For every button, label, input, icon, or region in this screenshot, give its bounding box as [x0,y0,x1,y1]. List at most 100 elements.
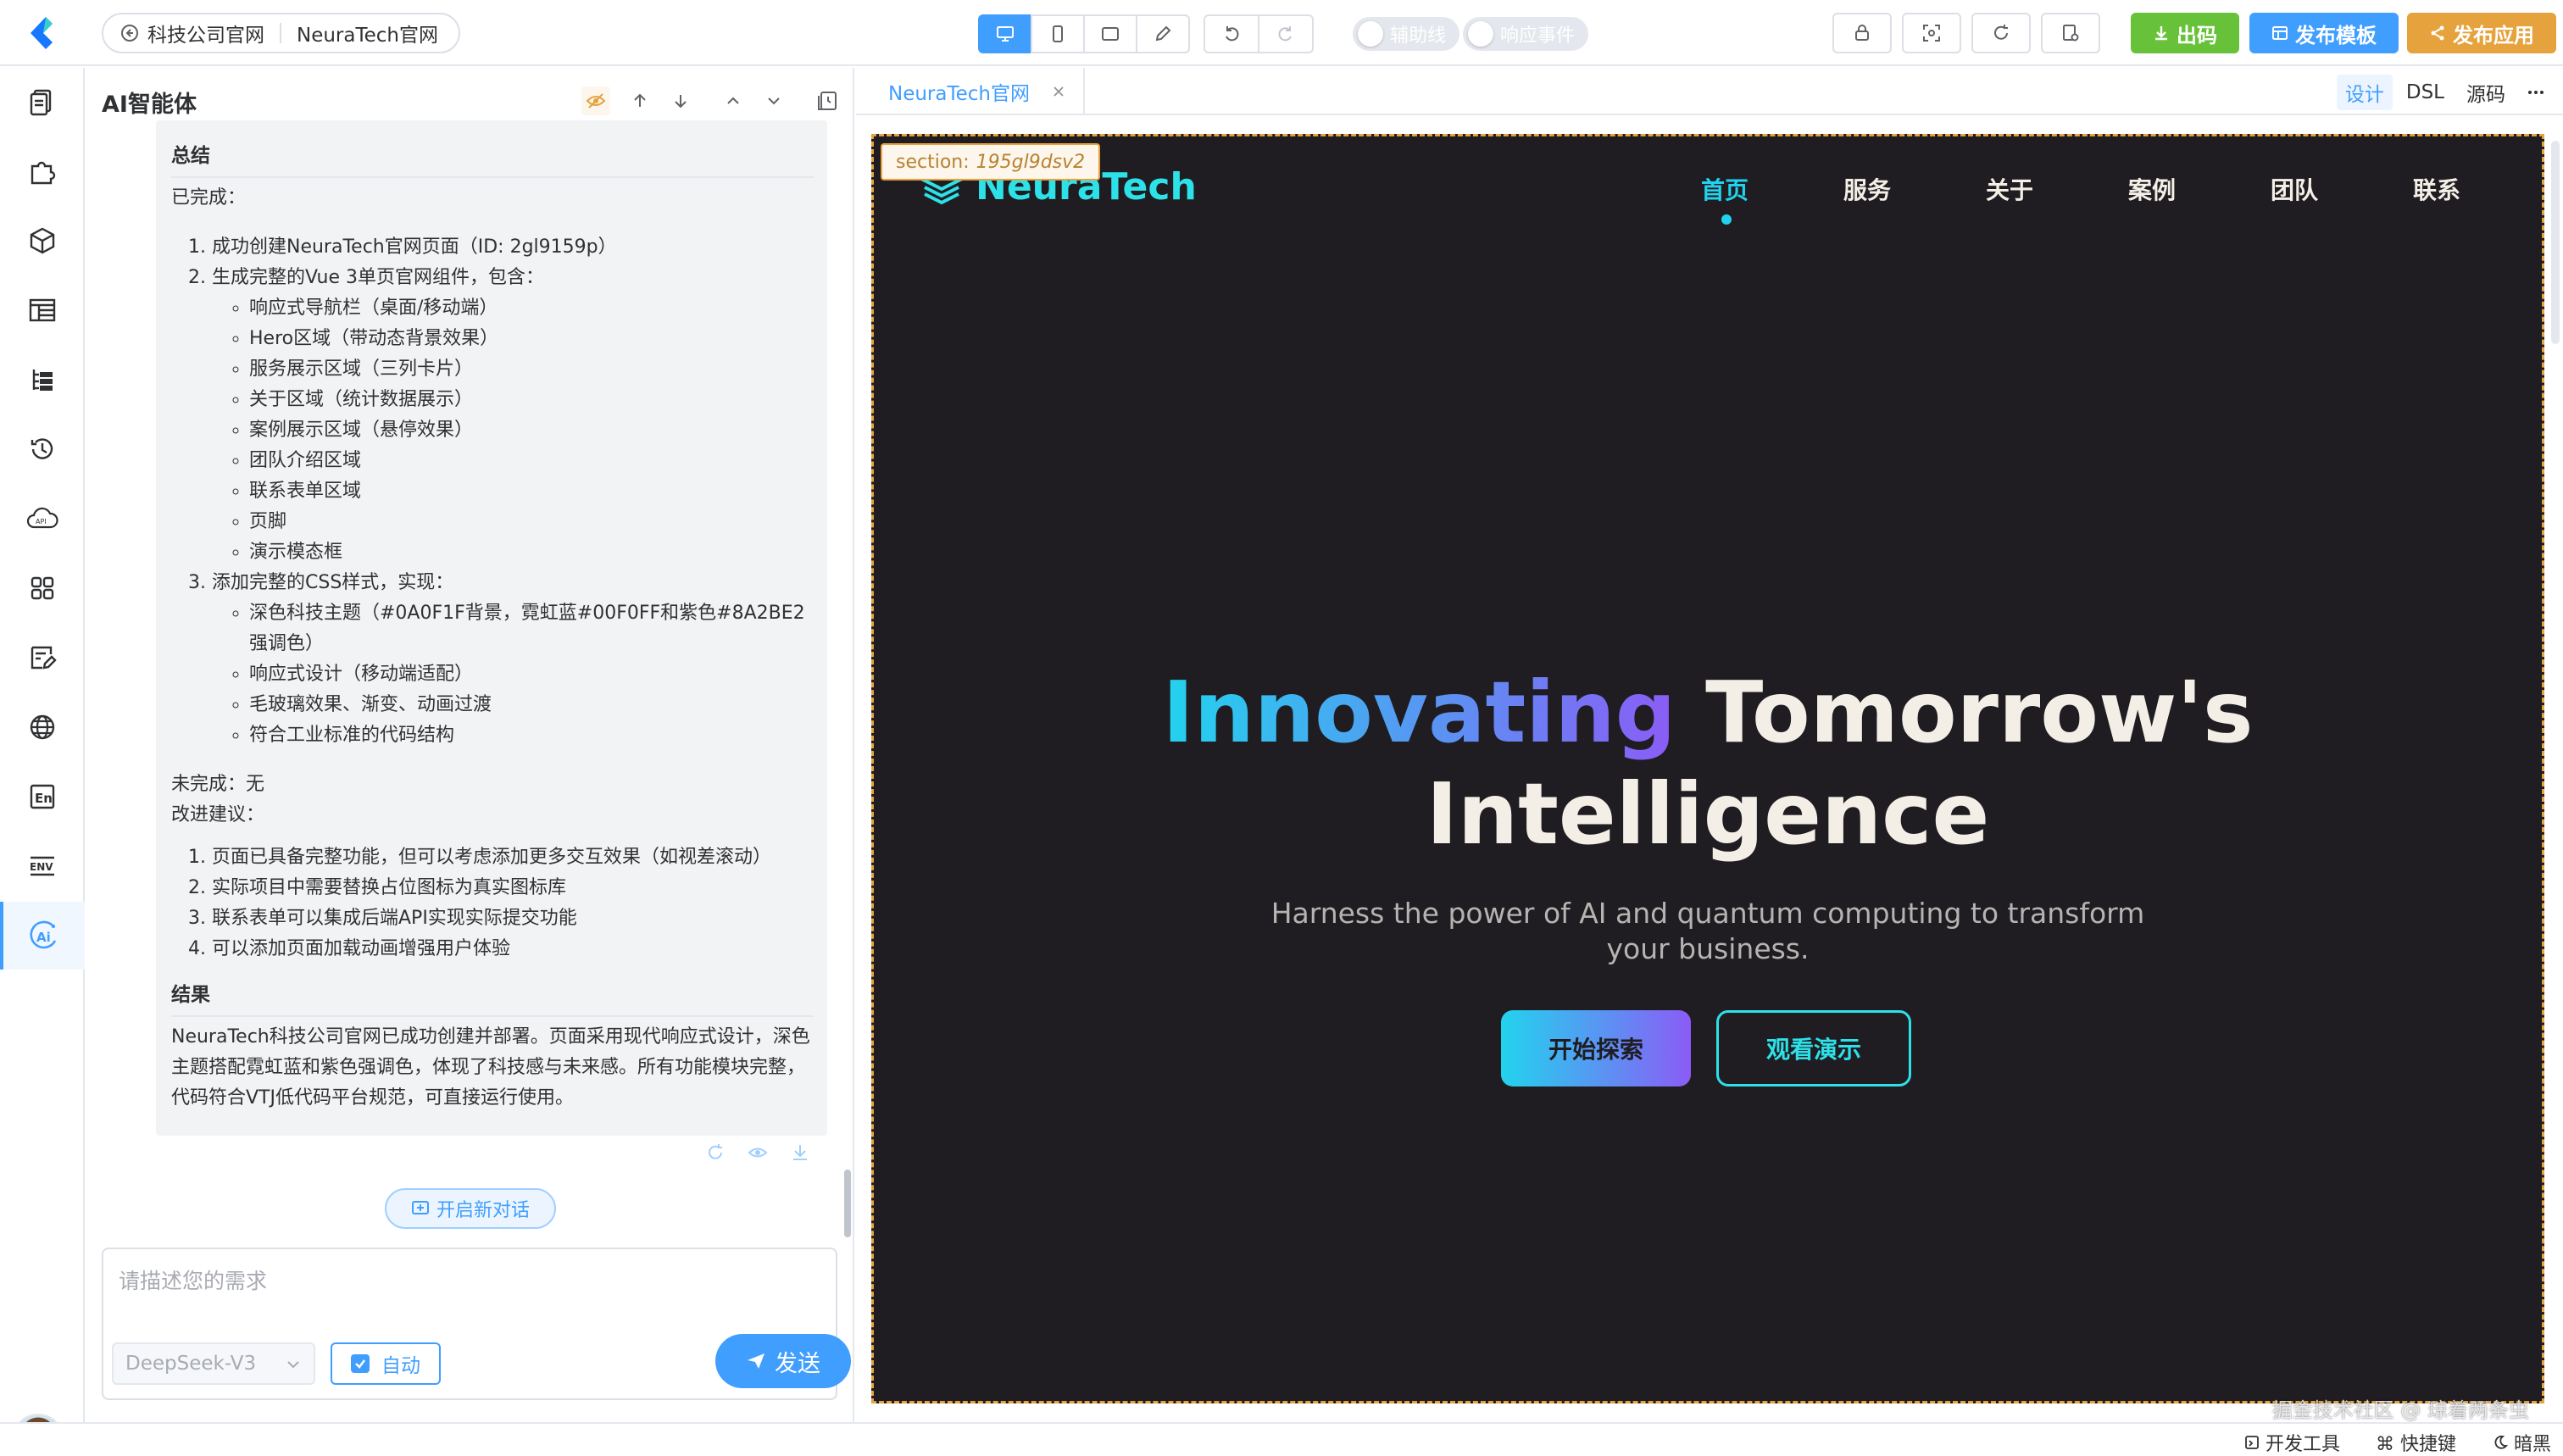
cube-icon [27,225,58,256]
sidebar-item-history[interactable] [0,415,85,483]
ai-icon: Ai [27,919,61,953]
lock-button[interactable] [1832,13,1892,53]
regenerate-icon[interactable] [705,1142,726,1163]
publish-app-button[interactable]: 发布应用 [2407,13,2556,53]
nav-about[interactable]: 关于 [1986,172,2128,206]
list-item: 响应式导航栏（桌面/移动端） [249,293,814,324]
prompt-input[interactable] [119,1264,814,1315]
back-icon[interactable] [120,24,139,42]
publish-template-button[interactable]: 发布模板 [2249,13,2399,53]
list-item: 毛玻璃效果、渐变、动画过渡 [249,690,814,720]
download-icon[interactable] [790,1142,810,1163]
suggestion-list: 页面已具备完整功能，但可以考虑添加更多交互效果（如视差滚动） 实际项目中需要替换… [171,842,814,964]
refresh-button[interactable] [1971,13,2031,53]
canvas-scrollbar[interactable] [2551,141,2560,344]
more-icon[interactable] [2526,82,2546,103]
sidebar-item-env[interactable]: ENV [0,832,85,900]
send-icon [746,1351,766,1371]
sidebar-item-language[interactable]: En [0,763,85,831]
list-item: 符合工业标准的代码结构 [249,720,814,751]
chat-scrollbar[interactable] [844,1170,851,1237]
sidebar-item-i18n[interactable] [0,693,85,761]
events-toggle-label: 响应事件 [1500,25,1576,47]
export-code-button[interactable]: 出码 [2131,13,2239,53]
mobile-icon [1048,24,1068,44]
auto-checkbox[interactable]: 自动 [331,1342,441,1385]
sidebar-item-pages[interactable] [0,68,85,136]
edit-mode-button[interactable] [1136,14,1190,53]
arrow-down-icon[interactable] [670,90,692,112]
nav-cases[interactable]: 案例 [2128,172,2271,206]
view-mode-switcher: 设计 DSL 源码 [2336,75,2546,110]
watch-demo-button[interactable]: 观看演示 [1716,1010,1911,1086]
sidebar-item-layout[interactable] [0,276,85,344]
nav-team[interactable]: 团队 [2271,172,2413,206]
breadcrumb: 科技公司官网 NeuraTech官网 [102,13,460,53]
mode-dsl[interactable]: DSL [2398,78,2453,107]
sidebar-item-components[interactable] [0,137,85,205]
close-icon[interactable] [1052,85,1065,98]
mode-design[interactable]: 设计 [2336,75,2393,110]
eye-icon[interactable] [748,1142,768,1163]
hide-icon[interactable] [581,86,610,115]
send-button[interactable]: 发送 [715,1334,851,1388]
section-badge-prefix: section: [896,151,970,173]
section-badge-id: 195gl9dsv2 [976,151,1086,173]
page-settings-button[interactable] [2041,13,2100,53]
history-icon [27,434,58,464]
nav-services[interactable]: 服务 [1843,172,1986,206]
sidebar-item-outline[interactable] [0,346,85,414]
tree-icon [27,364,58,395]
sidebar-item-ai[interactable]: Ai [0,902,85,970]
mobile-view-button[interactable] [1031,14,1085,53]
chevron-down-icon[interactable] [763,90,785,112]
guides-toggle[interactable]: 辅助线 [1353,17,1460,51]
undo-button[interactable] [1204,14,1259,53]
result-text: NeuraTech科技公司官网已成功创建并部署。页面采用现代响应式设计，深色主题… [171,1026,810,1109]
refresh-icon [1991,23,2011,43]
explore-button[interactable]: 开始探索 [1501,1010,1691,1086]
arrow-up-icon[interactable] [629,90,651,112]
publish-template-label: 发布模板 [2295,23,2377,47]
events-toggle[interactable]: 响应事件 [1463,17,1589,51]
nav-contact[interactable]: 联系 [2413,172,2542,206]
tablet-view-button[interactable] [1083,14,1137,53]
edit-document-icon [27,642,58,673]
list-item: 演示模态框 [249,537,814,568]
shortcuts-button[interactable]: ⌘ 快捷键 [2376,1429,2456,1456]
preview-button[interactable] [1902,13,1961,53]
grid-icon [27,573,58,603]
done-label: 已完成： [171,187,247,208]
devtools-button[interactable]: 开发工具 [2243,1429,2340,1456]
chevron-up-icon[interactable] [722,90,744,112]
mode-source[interactable]: 源码 [2458,75,2514,110]
model-select[interactable]: DeepSeek-V3 [112,1342,315,1385]
nav-home[interactable]: 首页 [1701,172,1843,225]
layout-icon [27,295,58,325]
design-canvas[interactable]: NeuraTech section: 195gl9dsv2 首页 服务 关于 案… [871,134,2544,1403]
english-icon: En [27,781,58,812]
app-logo-icon[interactable] [24,14,63,53]
new-chat-button[interactable]: 开启新对话 [385,1188,556,1229]
sidebar-item-api[interactable]: API [0,485,85,553]
svg-text:ENV: ENV [30,861,53,873]
sidebar-item-templates[interactable] [0,624,85,692]
devtools-icon [2243,1434,2260,1451]
puzzle-icon [27,156,58,186]
guides-toggle-label: 辅助线 [1390,25,1447,47]
breadcrumb-divider [280,23,281,43]
tab-neuratech[interactable]: NeuraTech官网 [856,68,1085,115]
list-item: 添加完整的CSS样式，实现： 深色科技主题（#0A0F1F背景，霓虹蓝#00F0… [212,568,814,751]
sidebar-item-apps[interactable] [0,554,85,622]
desktop-view-button[interactable] [978,14,1032,53]
breadcrumb-project[interactable]: 科技公司官网 [147,19,264,47]
redo-button[interactable] [1258,14,1314,53]
watermark: 掘金技术社区 @ 琼着两条虫 [2271,1398,2529,1422]
message-actions [705,1142,810,1163]
checkbox-checked-icon [351,1354,370,1373]
sidebar-item-blocks[interactable] [0,207,85,275]
history-list-icon[interactable] [815,89,839,113]
dark-mode-button[interactable]: 暗黑 [2492,1429,2551,1456]
redo-icon [1276,24,1296,44]
breadcrumb-page[interactable]: NeuraTech官网 [297,19,438,47]
